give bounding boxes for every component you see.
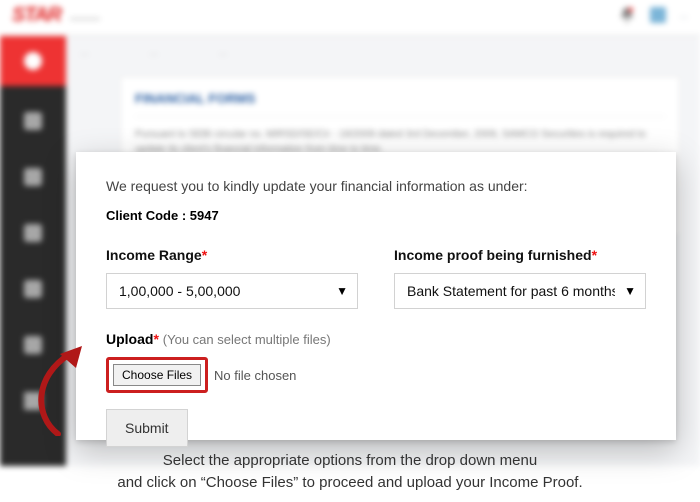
required-mark: * [202, 247, 207, 263]
subnav-item[interactable]: ... [218, 46, 227, 76]
income-proof-select[interactable]: Bank Statement for past 6 months [394, 273, 646, 309]
sidebar-item-1[interactable] [0, 96, 66, 146]
label-text: Income Range [106, 247, 202, 263]
sidebar [0, 36, 66, 466]
subnav-item[interactable]: ... [149, 46, 158, 76]
bell-icon[interactable] [618, 6, 636, 24]
avatar[interactable] [650, 7, 666, 23]
label-text: Upload [106, 331, 153, 347]
home-icon [0, 36, 66, 86]
update-financial-panel: We request you to kindly update your fin… [76, 152, 676, 440]
upload-hint: (You can select multiple files) [163, 332, 331, 347]
income-range-field: Income Range* 1,00,000 - 5,00,000 ▼ [106, 247, 358, 309]
income-proof-label: Income proof being furnished* [394, 247, 646, 263]
caption: Select the appropriate options from the … [0, 450, 700, 494]
subnav-item[interactable]: ... [80, 46, 89, 76]
sidebar-item-6[interactable] [0, 376, 66, 426]
caption-line-1: Select the appropriate options from the … [36, 450, 664, 472]
subnav: ... ... ... [80, 46, 680, 76]
sidebar-item-active[interactable] [0, 36, 66, 86]
card-title: FINANCIAL FORMS [135, 91, 665, 106]
required-mark: * [592, 247, 597, 263]
user-name-label: ... [680, 10, 688, 21]
brand-logo: STAR [12, 4, 61, 27]
stage: STAR ... ... ... ... [0, 0, 700, 502]
menu-icon[interactable] [70, 6, 100, 20]
highlight-box: Choose Files [106, 357, 208, 393]
panel-intro: We request you to kindly update your fin… [106, 178, 646, 194]
client-code-value: 5947 [190, 208, 219, 223]
sidebar-item-3[interactable] [0, 208, 66, 258]
topbar: STAR ... [0, 0, 700, 36]
income-proof-field: Income proof being furnished* Bank State… [394, 247, 646, 309]
divider [135, 116, 665, 117]
sidebar-item-4[interactable] [0, 264, 66, 314]
file-status: No file chosen [214, 368, 296, 383]
required-mark: * [153, 331, 158, 347]
fields-row: Income Range* 1,00,000 - 5,00,000 ▼ Inco… [106, 247, 646, 309]
client-code-label: Client Code : [106, 208, 186, 223]
upload-block: Upload* (You can select multiple files) … [106, 331, 646, 447]
topbar-right: ... [618, 6, 688, 24]
upload-label: Upload* [106, 331, 163, 347]
choose-files-button[interactable]: Choose Files [113, 364, 201, 386]
sidebar-item-5[interactable] [0, 320, 66, 370]
client-code-line: Client Code : 5947 [106, 208, 646, 223]
submit-button[interactable]: Submit [106, 409, 188, 447]
file-row: Choose Files No file chosen [106, 357, 646, 393]
income-range-label: Income Range* [106, 247, 358, 263]
income-proof-select-wrap: Bank Statement for past 6 months ▼ [394, 273, 646, 309]
income-range-select-wrap: 1,00,000 - 5,00,000 ▼ [106, 273, 358, 309]
income-range-select[interactable]: 1,00,000 - 5,00,000 [106, 273, 358, 309]
sidebar-item-2[interactable] [0, 152, 66, 202]
label-text: Income proof being furnished [394, 247, 592, 263]
caption-line-2: and click on “Choose Files” to proceed a… [36, 472, 664, 494]
